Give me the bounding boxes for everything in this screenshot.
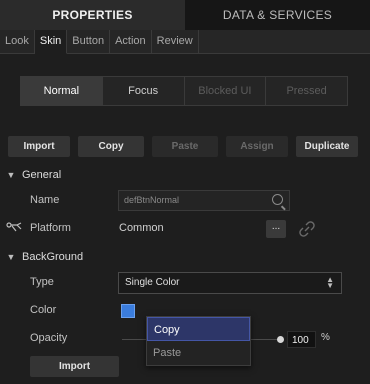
subtab-skin[interactable]: Skin xyxy=(34,30,68,54)
main-tabs: PROPERTIES DATA & SERVICES xyxy=(0,0,370,30)
general-section-title: General xyxy=(22,169,62,181)
search-icon[interactable] xyxy=(272,194,283,205)
state-blocked-ui[interactable]: Blocked UI xyxy=(185,77,267,105)
import-button[interactable]: Import xyxy=(8,136,70,157)
name-field[interactable]: defBtnNormal xyxy=(118,190,290,211)
subtab-action[interactable]: Action xyxy=(110,30,152,54)
subtab-look[interactable]: Look xyxy=(0,30,35,54)
platform-options-button[interactable]: ... xyxy=(266,220,286,238)
color-swatch[interactable] xyxy=(121,304,135,318)
subtab-button[interactable]: Button xyxy=(67,30,111,54)
skin-actions: Import Copy Paste Assign Duplicate xyxy=(8,136,362,157)
menu-item-copy[interactable]: Copy xyxy=(147,317,250,341)
link-icon[interactable] xyxy=(297,219,317,239)
general-section-header[interactable]: ▼ General xyxy=(0,166,370,184)
sub-tabs: Look Skin Button Action Review xyxy=(0,30,370,54)
platform-value: Common xyxy=(119,222,164,234)
menu-item-paste[interactable]: Paste xyxy=(147,341,250,365)
chevron-down-icon: ▼ xyxy=(6,170,16,180)
skin-state-selector: Normal Focus Blocked UI Pressed xyxy=(20,76,348,106)
opacity-slider-thumb[interactable] xyxy=(277,336,284,343)
color-label: Color xyxy=(30,304,57,316)
background-type-select[interactable]: Single Color ▲ ▼ xyxy=(118,272,342,294)
subtab-review[interactable]: Review xyxy=(152,30,199,54)
background-section-header[interactable]: ▼ BackGround xyxy=(0,248,370,266)
opacity-unit: % xyxy=(321,332,330,343)
background-type-value: Single Color xyxy=(125,277,180,288)
select-arrows-icon: ▲ ▼ xyxy=(326,275,334,290)
assign-button[interactable]: Assign xyxy=(226,136,288,157)
copy-button[interactable]: Copy xyxy=(78,136,144,157)
opacity-input[interactable]: 100 xyxy=(287,331,316,348)
duplicate-button[interactable]: Duplicate xyxy=(296,136,358,157)
background-import-button[interactable]: Import xyxy=(30,356,119,377)
color-context-menu: Copy Paste xyxy=(146,316,251,366)
tab-properties[interactable]: PROPERTIES xyxy=(0,0,185,30)
tab-data-services[interactable]: DATA & SERVICES xyxy=(185,0,370,30)
state-normal[interactable]: Normal xyxy=(21,77,103,105)
chevron-down-icon: ▼ xyxy=(6,252,16,262)
state-pressed[interactable]: Pressed xyxy=(266,77,347,105)
name-label: Name xyxy=(30,194,60,206)
platform-label: Platform xyxy=(30,222,71,234)
paste-button[interactable]: Paste xyxy=(152,136,218,157)
platform-branch-icon xyxy=(6,222,22,232)
name-value: defBtnNormal xyxy=(124,195,180,205)
background-section-title: BackGround xyxy=(22,251,84,263)
state-focus[interactable]: Focus xyxy=(103,77,185,105)
opacity-label: Opacity xyxy=(30,332,68,344)
type-label: Type xyxy=(30,276,54,288)
